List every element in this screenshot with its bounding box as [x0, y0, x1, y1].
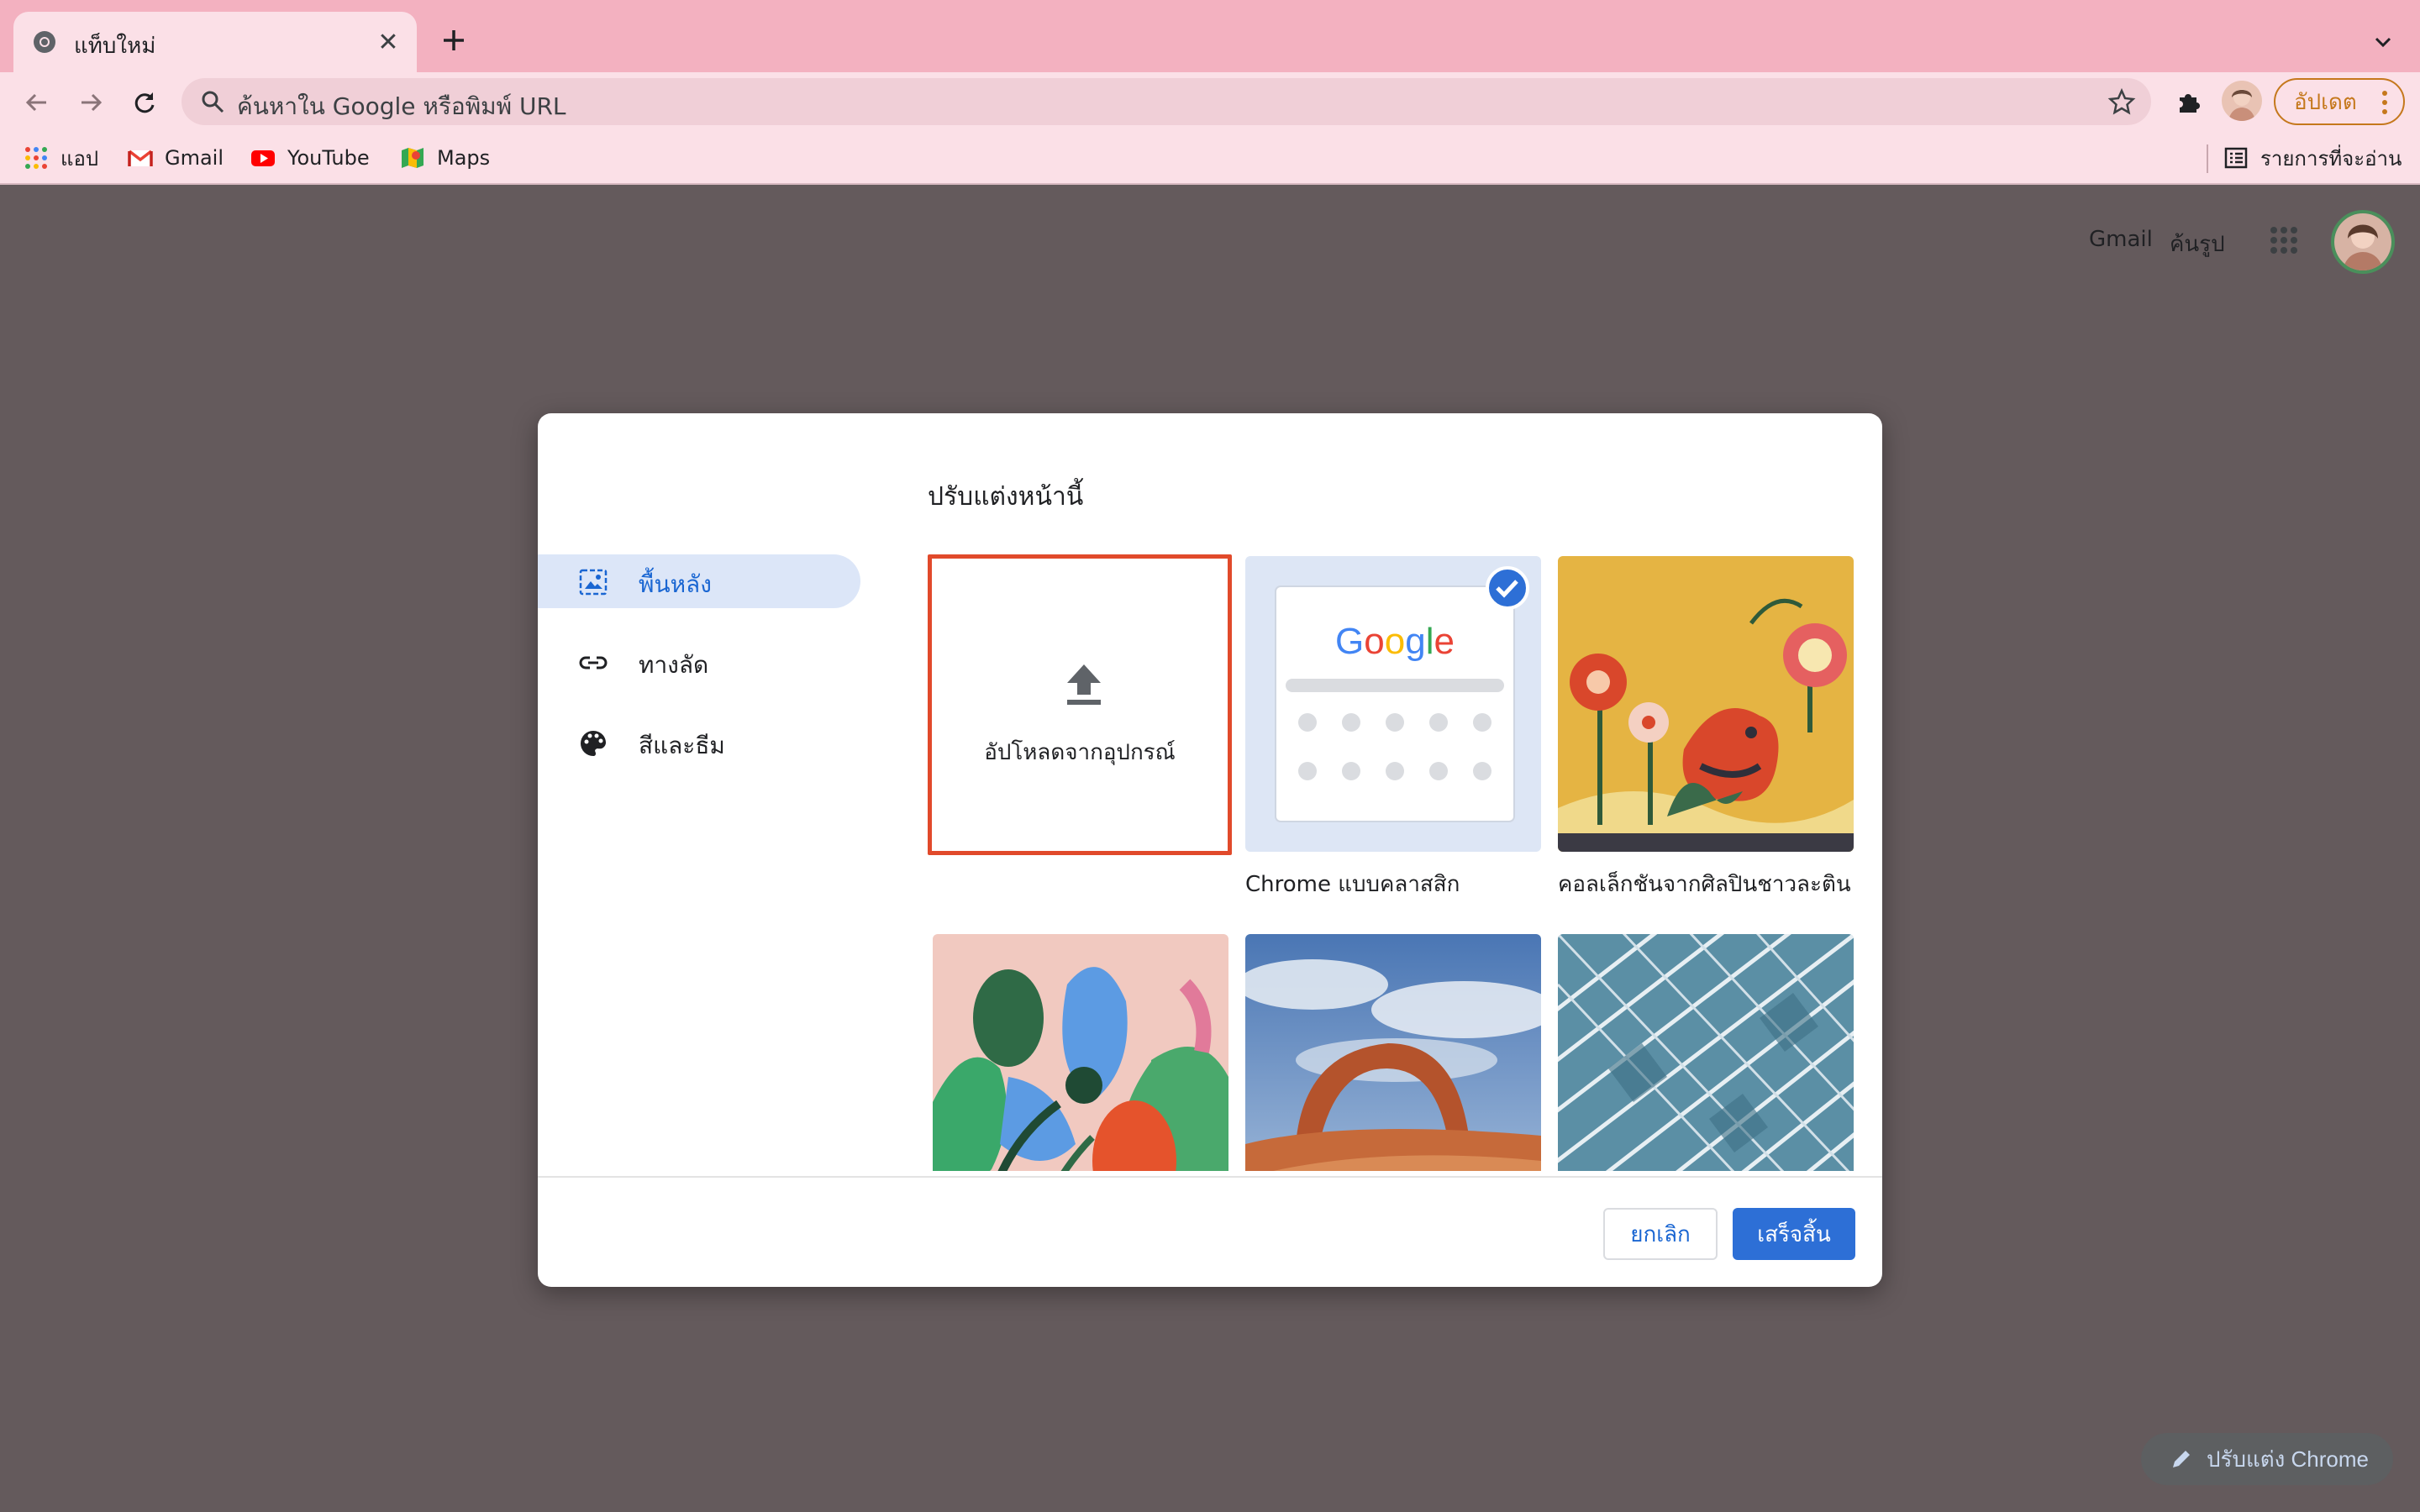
profile-avatar[interactable] [2222, 81, 2262, 121]
forward-button[interactable] [72, 84, 109, 121]
classic-logo: Google [1335, 621, 1455, 662]
reload-icon [134, 92, 155, 113]
customize-chrome-label: ปรับแต่ง Chrome [2207, 1446, 2370, 1472]
background-image-icon [579, 569, 608, 596]
ntp-header-links: Gmail ค้นรูป [2067, 210, 2403, 274]
search-icon [202, 91, 224, 113]
bookmark-gmail[interactable]: Gmail [128, 141, 224, 175]
reading-list-label: รายการที่จะอ่าน [2260, 146, 2402, 171]
new-tab-button[interactable] [435, 22, 472, 59]
tab-title: แท็บใหม่ [74, 34, 156, 59]
bookmark-apps[interactable]: แอป [24, 141, 98, 175]
profile-photo [2222, 81, 2262, 121]
building-facade-image [1558, 934, 1854, 1171]
youtube-icon [251, 150, 275, 166]
landscapes-collection-tile[interactable] [1245, 934, 1541, 1171]
account-photo [2334, 213, 2391, 270]
tab-close-icon[interactable]: ✕ [373, 27, 403, 57]
art-collection-tile[interactable] [933, 934, 1228, 1171]
bookmark-label: Maps [437, 146, 491, 170]
apps-grid-icon [25, 147, 47, 169]
back-button[interactable] [18, 84, 55, 121]
palette-icon [581, 731, 606, 756]
selected-check-icon [1486, 566, 1529, 610]
upload-from-device-tile[interactable]: อัปโหลดจากอุปกรณ์ [928, 554, 1232, 855]
bookmark-label: Gmail [165, 146, 224, 170]
update-label: อัปเดต [2294, 89, 2357, 115]
customize-chrome-button[interactable]: ปรับแต่ง Chrome [2141, 1433, 2393, 1485]
pencil-icon [2173, 1451, 2190, 1467]
cityscapes-collection-tile[interactable] [1558, 934, 1854, 1171]
bookmarks-bar: แอป Gmail YouTube Maps รายการที่จะอ่าน [0, 131, 2420, 185]
reading-list-icon [2224, 147, 2248, 169]
chrome-icon [34, 31, 55, 53]
tab-strip: แท็บใหม่ ✕ [0, 0, 2420, 72]
nav-item-colors-themes[interactable]: สีและธีม [538, 716, 860, 769]
arch-landscape-image [1245, 934, 1541, 1171]
bookmarks-separator [2207, 144, 2208, 173]
bookmark-label: YouTube [287, 146, 370, 170]
chevron-down-icon [2375, 37, 2391, 48]
link-icon [579, 656, 608, 669]
gmail-icon [128, 150, 153, 166]
latino-collection-caption: คอลเล็กชันจากศิลปินชาวละติน [1558, 872, 1851, 897]
plus-icon [444, 30, 464, 50]
bookmark-youtube[interactable]: YouTube [250, 141, 370, 175]
nav-label: สีและธีม [639, 732, 725, 759]
flowers-artwork-image [933, 934, 1228, 1171]
classic-chrome-preview: Google [1275, 566, 1529, 822]
latino-artwork-image [1558, 556, 1854, 852]
nav-item-background[interactable]: พื้นหลัง [538, 554, 860, 608]
dialog-title: ปรับแต่งหน้านี้ [928, 482, 1084, 512]
tab-search-button[interactable] [2366, 25, 2400, 59]
google-apps-icon[interactable] [2265, 222, 2302, 259]
cancel-button[interactable]: ยกเลิก [1603, 1208, 1718, 1260]
ntp-images-link[interactable]: ค้นรูป [2170, 227, 2225, 261]
customize-dialog: ปรับแต่งหน้านี้ พื้นหลัง ทางลัด สีและธีม [538, 413, 1882, 1287]
arrow-left-icon [25, 93, 46, 112]
nav-label: ทางลัด [639, 651, 709, 679]
reload-button[interactable] [126, 84, 163, 121]
upload-label: อัปโหลดจากอุปกรณ์ [984, 740, 1176, 765]
more-vert-icon [2382, 91, 2387, 114]
ntp-gmail-link[interactable]: Gmail [2089, 227, 2153, 252]
account-avatar[interactable] [2331, 210, 2395, 274]
extensions-button[interactable] [2170, 84, 2207, 121]
upload-icon [1067, 664, 1101, 705]
update-button[interactable]: อัปเดต [2274, 78, 2405, 125]
background-collections-grid: อัปโหลดจากอุปกรณ์ Google Chrome แบบคลาสส… [928, 554, 1882, 1171]
bookmark-star-icon[interactable] [2107, 87, 2136, 116]
latino-artists-collection-tile[interactable] [1558, 556, 1854, 852]
dialog-footer-divider [538, 1176, 1882, 1178]
arrow-right-icon [82, 93, 103, 112]
omnibox-placeholder: ค้นหาใน Google หรือพิมพ์ URL [237, 92, 566, 120]
bookmark-label: แอป [60, 146, 99, 171]
puzzle-icon [2180, 94, 2200, 113]
classic-chrome-tile[interactable]: Google [1245, 556, 1541, 852]
maps-icon [402, 148, 424, 168]
reading-list-button[interactable]: รายการที่จะอ่าน [2223, 141, 2402, 175]
done-button[interactable]: เสร็จสิ้น [1733, 1208, 1855, 1260]
nav-item-shortcuts[interactable]: ทางลัด [538, 635, 860, 689]
classic-chrome-caption: Chrome แบบคลาสสิก [1245, 872, 1460, 897]
omnibox[interactable]: ค้นหาใน Google หรือพิมพ์ URL [182, 78, 2151, 125]
toolbar: ค้นหาใน Google หรือพิมพ์ URL อัปเดต [0, 72, 2420, 131]
bookmark-maps[interactable]: Maps [400, 141, 490, 175]
tab-new-tab[interactable]: แท็บใหม่ ✕ [13, 12, 417, 72]
nav-label: พื้นหลัง [639, 570, 712, 598]
